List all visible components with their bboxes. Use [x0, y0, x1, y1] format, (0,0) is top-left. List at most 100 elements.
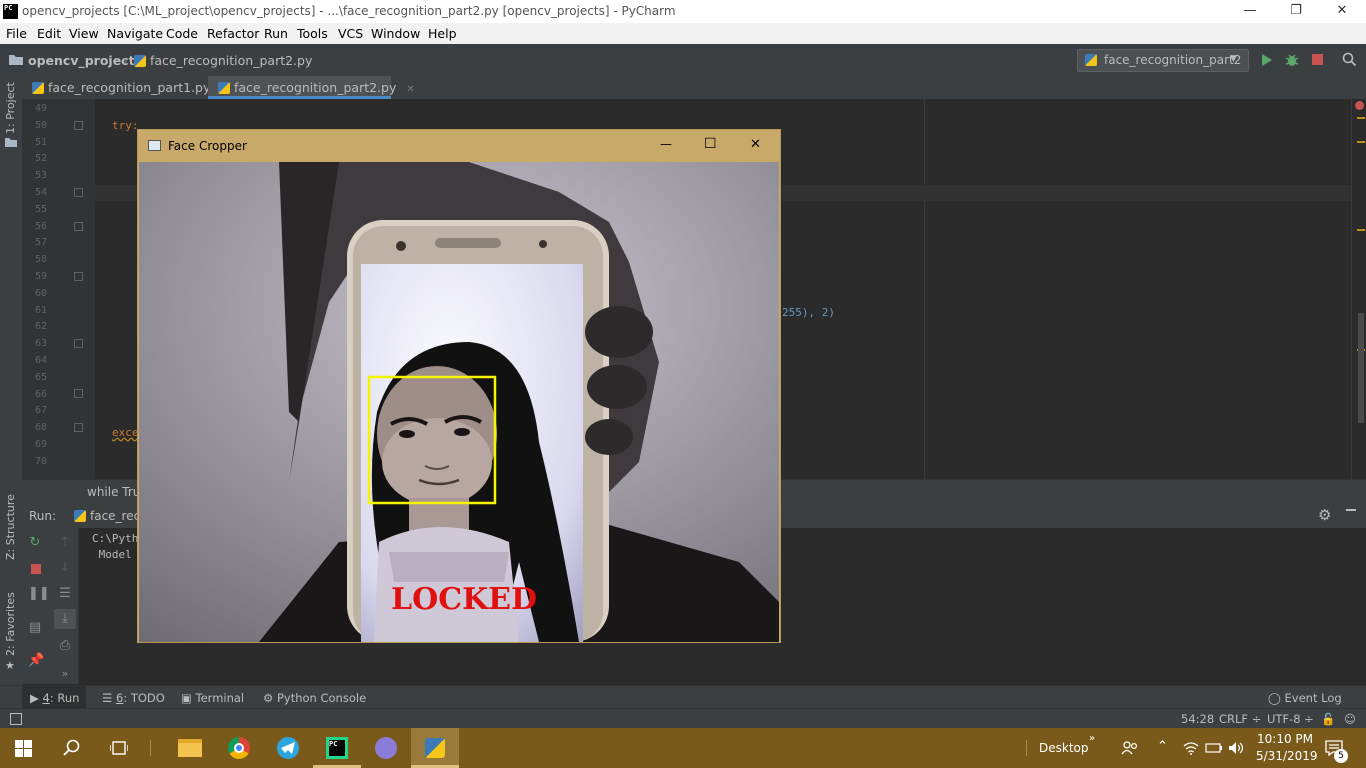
file-explorer-icon[interactable]	[178, 739, 202, 757]
navigation-bar: opencv_projects › face_recognition_part2…	[0, 44, 1366, 77]
lock-icon[interactable]: 🔓	[1321, 712, 1335, 726]
line-number: 68	[34, 422, 47, 433]
fold-marker-icon[interactable]	[74, 272, 83, 281]
chrome-icon[interactable]	[228, 737, 250, 759]
line-number: 55	[34, 204, 47, 215]
run-icon[interactable]	[1261, 53, 1273, 67]
fold-marker-icon[interactable]	[74, 121, 83, 130]
people-icon[interactable]	[1121, 740, 1139, 756]
menu-navigate[interactable]: Navigate	[107, 26, 163, 41]
up-arrow-icon[interactable]: ↑	[58, 536, 72, 550]
fold-marker-icon[interactable]	[74, 188, 83, 197]
menu-view[interactable]: View	[69, 26, 99, 41]
chevron-down-icon: ▼	[1230, 54, 1237, 64]
pycharm-taskbar-icon[interactable]: PC	[326, 737, 348, 759]
warning-mark[interactable]	[1357, 117, 1365, 119]
layout-icon[interactable]: ▤	[28, 621, 42, 635]
folder-icon	[5, 138, 17, 147]
scroll-to-end-icon: ⤓	[62, 611, 68, 626]
fold-marker-icon[interactable]	[74, 222, 83, 231]
project-tool-tab[interactable]: 1: Project	[4, 82, 17, 134]
windows-start-icon[interactable]	[15, 740, 32, 757]
event-log-tab[interactable]: ◯ Event Log	[1268, 691, 1342, 705]
stop-icon[interactable]	[31, 564, 41, 574]
pin-icon[interactable]: 📌	[28, 654, 44, 668]
maximize-button[interactable]: ☐	[704, 136, 717, 152]
battery-icon[interactable]	[1205, 742, 1223, 754]
menu-file[interactable]: File	[6, 26, 27, 41]
close-icon[interactable]: ✕	[406, 84, 414, 95]
cursor-position[interactable]: 54:28	[1181, 712, 1214, 726]
scroll-to-end-toggle[interactable]: ⤓	[54, 609, 76, 629]
more-icon[interactable]: »	[58, 667, 72, 681]
menu-edit[interactable]: Edit	[37, 26, 61, 41]
tool-tab-terminal[interactable]: ▣ Terminal	[181, 691, 244, 705]
fold-marker-icon[interactable]	[74, 389, 83, 398]
error-indicator-icon[interactable]	[1355, 101, 1364, 110]
menu-vcs[interactable]: VCS	[338, 26, 363, 41]
run-panel-tab[interactable]: face_rec	[74, 509, 140, 523]
menu-tools[interactable]: Tools	[297, 26, 328, 41]
pause-icon[interactable]: ❚❚	[28, 587, 50, 601]
down-arrow-icon[interactable]: ↓	[58, 561, 72, 575]
cat-app-icon[interactable]	[375, 737, 397, 759]
tool-tab-label: : Run	[49, 691, 80, 705]
structure-tool-tab[interactable]: Z: Structure	[4, 494, 17, 560]
warning-mark[interactable]	[1357, 229, 1365, 231]
toolbar-chevron-icon[interactable]: »	[1089, 733, 1095, 744]
python-file-icon	[134, 55, 146, 67]
code-number: 255), 2)	[782, 306, 835, 319]
minimize-button[interactable]: —	[1227, 0, 1273, 23]
search-icon[interactable]	[63, 739, 81, 757]
line-number: 61	[34, 305, 47, 316]
clock-date[interactable]: 5/31/2019	[1256, 749, 1318, 763]
tool-tab-run[interactable]: ▶ 4: Run	[30, 691, 79, 705]
minimize-button[interactable]: —	[660, 137, 672, 151]
rerun-icon[interactable]: ↻	[28, 536, 42, 550]
file-encoding[interactable]: UTF-8 ÷	[1267, 712, 1314, 726]
inspector-icon[interactable]: ☺	[1344, 712, 1356, 726]
line-separator[interactable]: CRLF ÷	[1219, 712, 1261, 726]
warning-mark[interactable]	[1357, 141, 1365, 143]
search-icon[interactable]	[1342, 52, 1357, 67]
wifi-icon[interactable]	[1183, 741, 1199, 755]
tool-tab-todo[interactable]: ☰ 6: TODO	[102, 691, 165, 705]
show-hidden-icons-chevron-icon[interactable]: ⌃	[1157, 739, 1168, 754]
scrollbar-thumb[interactable]	[1358, 313, 1364, 423]
code-line-61-tail: 255), 2)	[782, 306, 835, 319]
toggle-tool-windows-icon[interactable]	[10, 713, 22, 725]
tab-face-recognition-part1[interactable]: face_recognition_part1.py ✕	[22, 76, 229, 99]
tool-tab-python-console[interactable]: ⚙ Python Console	[263, 691, 366, 705]
tool-tab-label: : TODO	[123, 691, 165, 705]
maximize-button[interactable]: ❐	[1273, 0, 1319, 23]
tab-face-recognition-part2[interactable]: face_recognition_part2.py ✕	[208, 76, 415, 99]
camera-frame: LOCKED	[139, 162, 779, 642]
print-icon[interactable]: ⎙	[58, 639, 72, 653]
favorites-tool-tab[interactable]: 2: Favorites	[4, 592, 17, 656]
run-configuration-select[interactable]: face_recognition_part2 ▼	[1077, 49, 1249, 72]
close-button[interactable]: ✕	[1319, 0, 1365, 23]
desktop-toolbar[interactable]: Desktop	[1039, 741, 1089, 755]
menu-window[interactable]: Window	[371, 26, 420, 41]
telegram-icon[interactable]	[277, 737, 299, 759]
soft-wrap-icon[interactable]: ☰	[58, 587, 72, 601]
python-window-taskbar-button[interactable]	[411, 728, 459, 768]
clock-time[interactable]: 10:10 PM	[1257, 732, 1313, 746]
camera-frame-image	[139, 162, 779, 642]
line-number: 59	[34, 271, 47, 282]
debug-icon[interactable]	[1284, 52, 1300, 68]
stop-icon[interactable]	[1312, 54, 1323, 65]
menu-run[interactable]: Run	[264, 26, 288, 41]
hide-panel-icon[interactable]	[1346, 509, 1356, 511]
tool-window-bar: ▶ 4: Run ☰ 6: TODO ▣ Terminal ⚙ Python C…	[0, 685, 1366, 709]
volume-icon[interactable]	[1228, 741, 1244, 755]
menu-code[interactable]: Code	[166, 26, 198, 41]
fold-marker-icon[interactable]	[74, 339, 83, 348]
menu-help[interactable]: Help	[428, 26, 457, 41]
fold-marker-icon[interactable]	[74, 423, 83, 432]
task-view-icon[interactable]	[110, 740, 128, 756]
menu-refactor[interactable]: Refactor	[207, 26, 259, 41]
status-bar: 54:28 CRLF ÷ UTF-8 ÷ 🔓 ☺	[0, 708, 1366, 729]
close-button[interactable]: ✕	[750, 137, 761, 152]
settings-gear-icon[interactable]: ⚙	[1318, 506, 1331, 524]
